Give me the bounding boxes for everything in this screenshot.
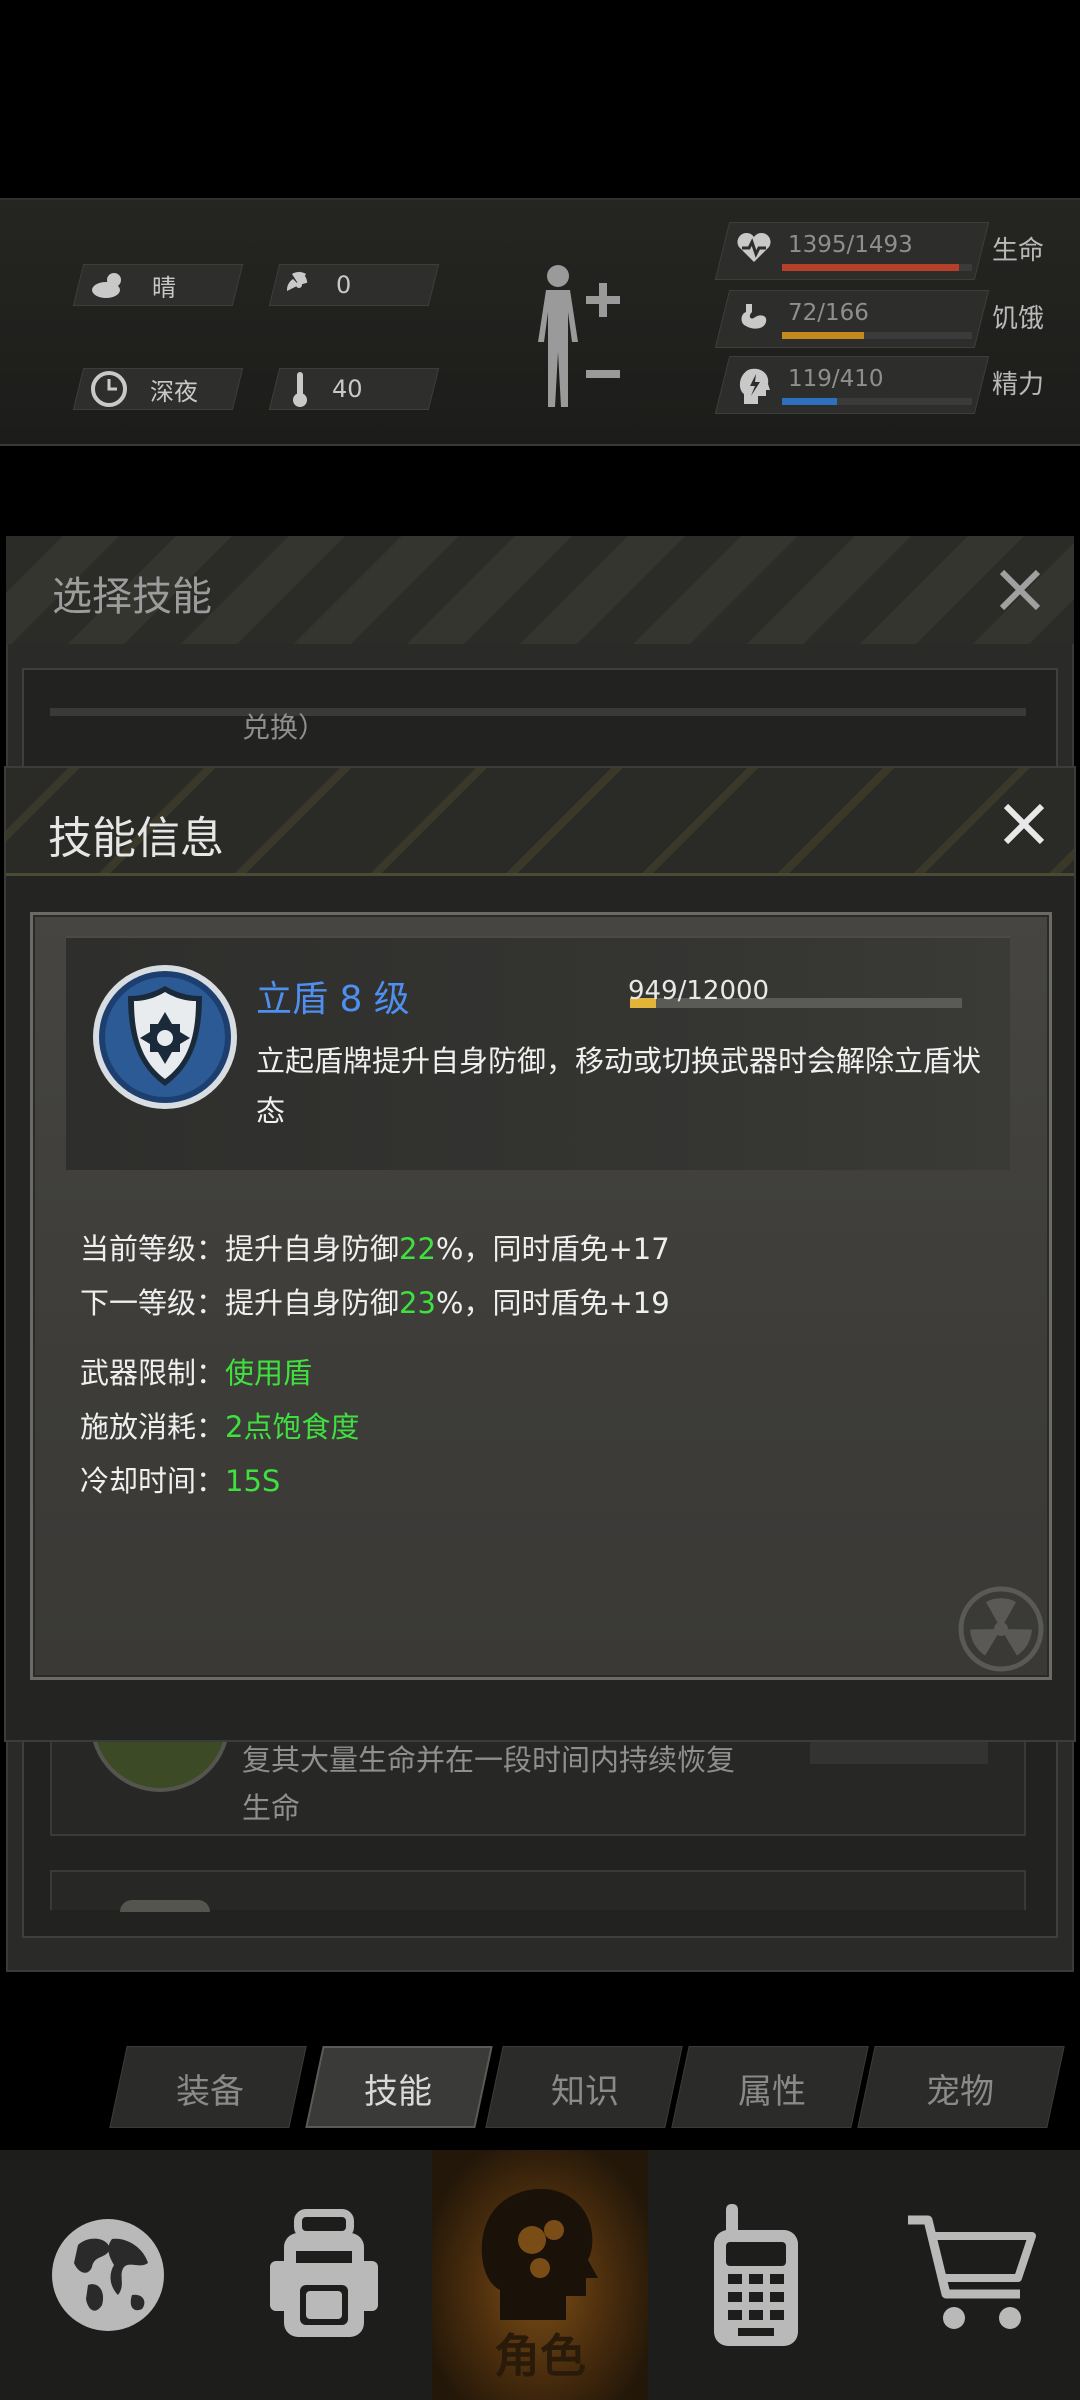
current-level-suffix: %，同时盾免+17 — [435, 1232, 670, 1266]
radio-icon — [714, 2204, 798, 2346]
energy-bar — [782, 398, 972, 405]
tab-skills-label: 技能 — [364, 2072, 432, 2112]
choose-skill-close-button[interactable] — [992, 562, 1048, 622]
stomach-icon — [741, 304, 767, 329]
temperature-value: 40 — [332, 375, 363, 403]
cost-line: 施放消耗：2点饱食度 — [80, 1404, 359, 1446]
next-level-suffix: %，同时盾免+19 — [435, 1286, 670, 1320]
next-level-prefix: 下一等级：提升自身防御 — [80, 1286, 400, 1320]
time-label: 深夜 — [150, 377, 198, 406]
next-level-value: 23 — [399, 1286, 436, 1320]
skill-info-title: 技能信息 — [48, 813, 224, 864]
energy-label: 精力 — [992, 370, 1045, 400]
weapon-limit-line: 武器限制：使用盾 — [80, 1350, 312, 1392]
list-divider — [50, 708, 1026, 716]
hunger-bar-fill — [782, 332, 865, 339]
heart-pulse-icon — [737, 232, 771, 262]
weapon-limit-value: 使用盾 — [225, 1356, 313, 1390]
health-label: 生命 — [992, 236, 1045, 266]
nav-radio-button[interactable] — [648, 2150, 864, 2400]
nav-backpack-button[interactable] — [216, 2150, 432, 2400]
skill-description: 立起盾牌提升自身防御，移动或切换武器时会解除立盾状态 — [256, 1044, 982, 1128]
close-icon — [999, 569, 1041, 611]
nav-character-label: 角色 — [494, 2329, 586, 2383]
list-entry-button[interactable] — [810, 1742, 988, 1764]
temperature-item: 40 — [290, 368, 363, 410]
health-value: 1395/1493 — [788, 232, 913, 258]
current-level-value: 22 — [399, 1232, 436, 1266]
skill-info-close-button[interactable] — [996, 796, 1052, 856]
tab-pets-label: 宠物 — [926, 2072, 994, 2112]
backpack-icon — [270, 2209, 378, 2337]
cost-label: 施放消耗： — [80, 1410, 226, 1444]
radiation-watermark-icon — [956, 1584, 1046, 1678]
energy-bar-fill — [782, 398, 838, 405]
energy-stat: 119/410 精力 — [714, 356, 1062, 416]
health-bar-fill — [782, 264, 960, 271]
cart-icon — [908, 2215, 1036, 2329]
cost-value: 2点饱食度 — [225, 1410, 360, 1444]
next-level-line: 下一等级：提升自身防御23%，同时盾免+19 — [80, 1280, 670, 1322]
clock-icon — [91, 371, 127, 407]
cloud-sun-icon — [92, 273, 121, 298]
tab-attributes-label: 属性 — [738, 2072, 806, 2112]
list-entry-desc: 复其大量生命并在一段时间内持续恢复生命 — [242, 1743, 736, 1825]
energy-head-icon — [739, 368, 770, 404]
radiation-item: 0 — [284, 264, 351, 306]
hunger-value: 72/166 — [788, 300, 869, 326]
globe-icon — [52, 2219, 164, 2331]
cooldown-line: 冷却时间：15S — [80, 1458, 280, 1500]
close-icon — [1003, 803, 1045, 845]
weather-item: 晴 — [90, 264, 176, 306]
skill-name: 立盾 8 级 — [256, 979, 410, 1020]
thermometer-icon — [293, 372, 307, 407]
cooldown-value: 15S — [225, 1464, 281, 1498]
choose-skill-title: 选择技能 — [52, 574, 212, 620]
radiation-value: 0 — [336, 271, 352, 299]
nav-map-button[interactable] — [0, 2150, 216, 2400]
tab-equipment-label: 装备 — [176, 2072, 244, 2112]
hunger-label: 饥饿 — [992, 304, 1045, 334]
radiation-icon — [286, 271, 308, 291]
cooldown-label: 冷却时间： — [80, 1464, 226, 1498]
hunger-bar — [782, 332, 972, 339]
time-item: 深夜 — [90, 368, 198, 410]
health-bar — [782, 264, 972, 271]
body-status-button[interactable] — [520, 262, 630, 416]
health-stat: 1395/1493 生命 — [714, 222, 1062, 282]
list-entry-icon — [120, 1900, 210, 1912]
hunger-stat: 72/166 饥饿 — [714, 290, 1062, 350]
list-entry-text: 兑换） — [242, 711, 327, 744]
body-figure-icon — [538, 265, 620, 407]
tab-knowledge-label: 知识 — [551, 2072, 619, 2112]
shield-cross-icon — [90, 962, 240, 1116]
weapon-limit-label: 武器限制： — [80, 1356, 226, 1390]
character-icon — [481, 2188, 598, 2320]
skill-exp-value: 949/12000 — [628, 976, 770, 1006]
current-level-line: 当前等级：提升自身防御22%，同时盾免+17 — [80, 1226, 670, 1268]
current-level-prefix: 当前等级：提升自身防御 — [80, 1232, 400, 1266]
weather-label: 晴 — [152, 273, 176, 302]
nav-shop-button[interactable] — [864, 2150, 1080, 2400]
energy-value: 119/410 — [788, 366, 884, 392]
